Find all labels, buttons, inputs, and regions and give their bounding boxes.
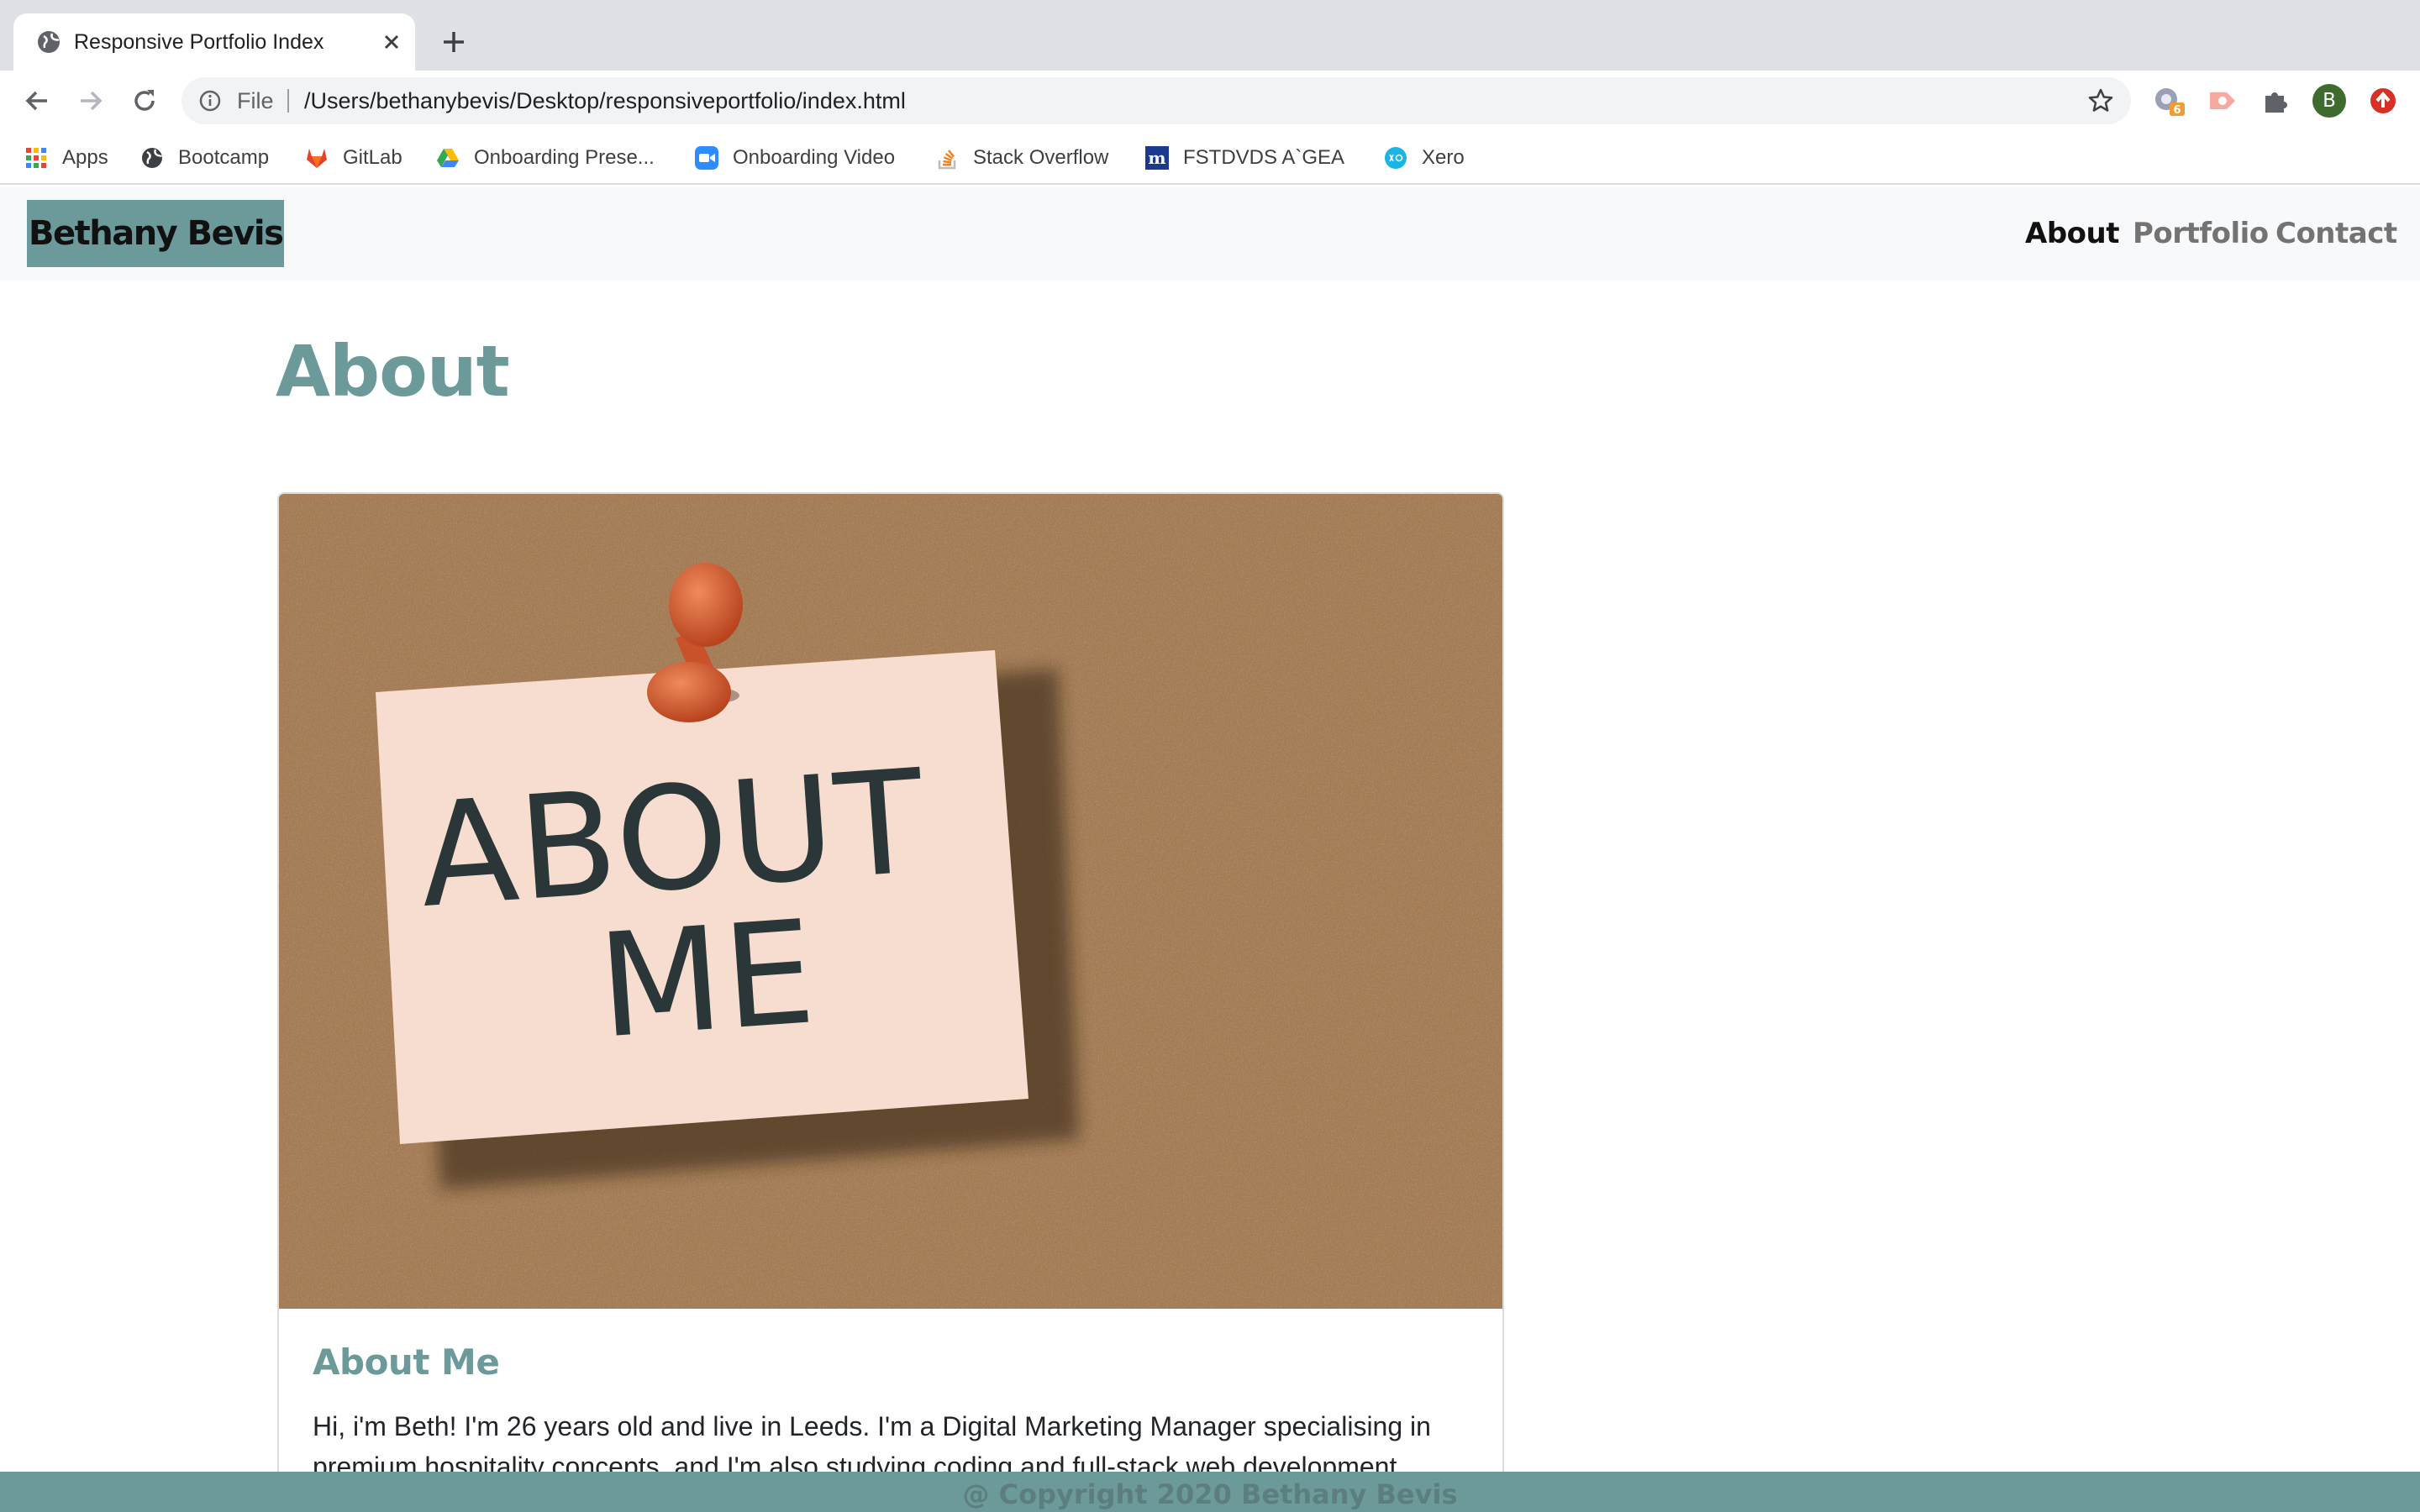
site-brand[interactable]: Bethany Bevis <box>27 200 285 267</box>
extension-badge-icon[interactable]: 6 <box>2151 84 2185 118</box>
profile-avatar[interactable]: B <box>2312 84 2346 118</box>
bookmark-gitlab[interactable]: GitLab <box>304 143 402 173</box>
note-line-me: ME <box>593 890 821 1071</box>
address-separator <box>287 89 289 113</box>
xero-icon <box>1385 147 1407 169</box>
footer-copyright: @ Copyright 2020 Bethany Bevis <box>962 1478 1458 1510</box>
update-arrow-icon[interactable] <box>2366 84 2400 118</box>
tab-title: Responsive Portfolio Index <box>74 30 324 54</box>
url-text[interactable]: /Users/bethanybevis/Desktop/responsivepo… <box>304 87 906 114</box>
bookmark-xero[interactable]: Xero <box>1383 143 1465 173</box>
svg-text:m: m <box>1148 148 1165 168</box>
cast-extension-icon[interactable] <box>2205 84 2238 118</box>
browser-toolbar: File /Users/bethanybevis/Desktop/respons… <box>0 71 2420 131</box>
back-arrow-icon[interactable] <box>22 86 52 116</box>
bookmark-fstdvds[interactable]: m FSTDVDS A`GEA <box>1144 143 1344 173</box>
puzzle-extensions-icon[interactable] <box>2259 84 2292 118</box>
url-scheme: File <box>237 88 274 113</box>
about-card: ABOUT ME About Me Hi, i'm Beth! I'm 26 y… <box>277 492 1504 1512</box>
globe-icon <box>142 148 163 168</box>
gitlab-icon <box>307 149 327 168</box>
new-tab-plus-icon[interactable] <box>439 27 469 57</box>
m-logo-icon: m <box>1145 146 1169 170</box>
bookmark-star-icon[interactable] <box>2087 87 2114 114</box>
zoom-icon <box>695 146 718 170</box>
card-title: About Me <box>313 1341 500 1383</box>
browser-tab-strip: Responsive Portfolio Index <box>0 0 2420 71</box>
bookmarks-bar: Apps Bootcamp GitLab Onboarding Prese...… <box>0 131 2420 185</box>
about-me-image: ABOUT ME <box>279 494 1502 1309</box>
site-footer: @ Copyright 2020 Bethany Bevis <box>0 1472 2420 1512</box>
extension-badge-count: 6 <box>2173 104 2181 117</box>
nav-link-contact[interactable]: Contact <box>2275 215 2397 252</box>
page-title: About <box>276 330 510 412</box>
info-icon[interactable] <box>198 89 222 113</box>
google-drive-icon <box>437 149 459 167</box>
bookmark-apps[interactable]: Apps <box>24 143 108 173</box>
nav-link-portfolio[interactable]: Portfolio <box>2133 215 2269 252</box>
browser-tab[interactable]: Responsive Portfolio Index <box>13 13 415 71</box>
forward-arrow-icon[interactable] <box>76 86 106 116</box>
bookmark-onboarding-presentation[interactable]: Onboarding Prese... <box>435 143 655 173</box>
pushpin <box>669 563 743 647</box>
address-bar[interactable]: File /Users/bethanybevis/Desktop/respons… <box>182 77 2131 124</box>
apps-grid-icon <box>26 148 46 168</box>
bookmark-onboarding-video[interactable]: Onboarding Video <box>694 143 895 173</box>
nav-link-about[interactable]: About <box>2025 215 2119 252</box>
bookmark-stack-overflow[interactable]: Stack Overflow <box>934 143 1108 173</box>
close-icon[interactable] <box>378 29 405 55</box>
bookmark-bootcamp[interactable]: Bootcamp <box>139 143 269 173</box>
stack-overflow-icon <box>938 150 956 170</box>
reload-icon[interactable] <box>129 86 160 116</box>
globe-icon <box>38 31 60 53</box>
site-navbar: Bethany Bevis About Portfolio Contact <box>0 186 2420 281</box>
